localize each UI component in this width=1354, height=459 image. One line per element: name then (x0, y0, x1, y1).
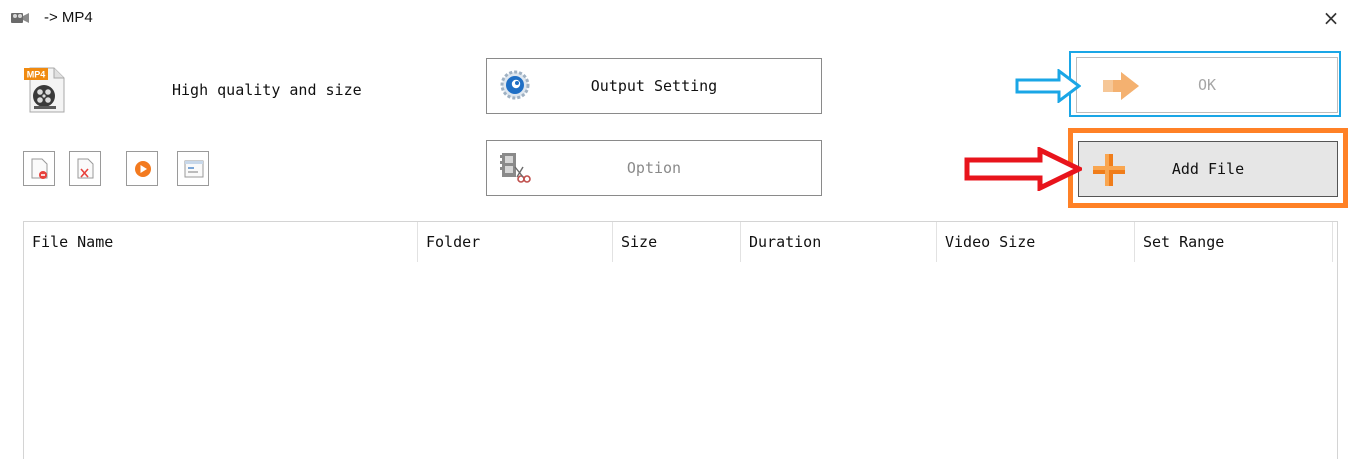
remove-file-button[interactable] (23, 151, 55, 186)
play-button[interactable] (126, 151, 158, 186)
clear-list-icon (77, 158, 94, 179)
properties-icon (184, 160, 204, 178)
output-setting-button[interactable]: Output Setting (486, 58, 822, 114)
profile-badge: MP4 (27, 70, 46, 80)
mp4-conversion-dialog: -> MP4 × MP4 High quality and size Outpu… (0, 0, 1354, 459)
profile-label: High quality and size (172, 81, 362, 99)
column-header-video-size[interactable]: Video Size (937, 222, 1135, 262)
column-header-set-range[interactable]: Set Range (1135, 222, 1333, 262)
close-button[interactable]: × (1316, 4, 1346, 32)
column-header-duration[interactable]: Duration (741, 222, 937, 262)
close-icon[interactable]: × (1323, 6, 1340, 30)
column-header-folder[interactable]: Folder (418, 222, 613, 262)
play-icon (135, 161, 151, 177)
window-title: -> MP4 (44, 9, 93, 26)
clear-list-button[interactable] (69, 151, 101, 186)
file-table-header: File Name Folder Size Duration Video Siz… (24, 222, 1337, 262)
title-bar: -> MP4 × (0, 0, 1354, 36)
file-table[interactable]: File Name Folder Size Duration Video Siz… (23, 221, 1338, 459)
film-camera-icon (10, 10, 30, 26)
option-button[interactable]: Option (486, 140, 822, 196)
option-label[interactable]: Option (487, 141, 821, 195)
file-table-body[interactable] (24, 262, 1337, 459)
remove-file-icon (31, 158, 48, 179)
add-file-highlight-frame (1068, 128, 1348, 208)
column-header-file-name[interactable]: File Name (24, 222, 418, 262)
column-header-size[interactable]: Size (613, 222, 741, 262)
mp4-file-icon: MP4 (22, 66, 72, 116)
blue-arrow-icon (1015, 68, 1082, 104)
output-setting-label[interactable]: Output Setting (487, 59, 821, 113)
ok-highlight-frame (1069, 51, 1341, 117)
properties-button[interactable] (177, 151, 209, 186)
red-arrow-icon (964, 146, 1085, 192)
